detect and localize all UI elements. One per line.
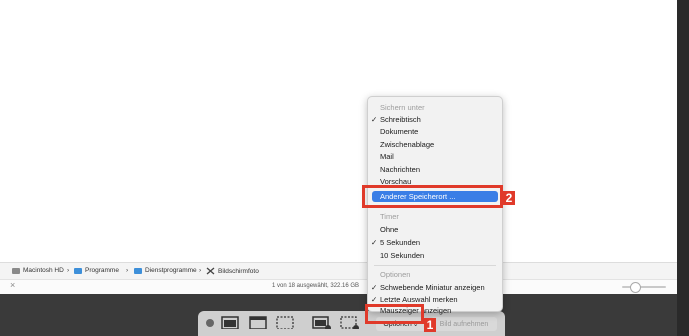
- selection-status: 1 von 18 ausgewählt, 322.16 GB: [272, 283, 360, 289]
- folder-icon: [74, 267, 82, 274]
- crumb-sep: ›: [67, 267, 70, 274]
- menu-item-floating-thumbnail[interactable]: ✓ Schwebende Miniatur anzeigen: [368, 282, 502, 293]
- record-screen-icon[interactable]: [312, 316, 332, 329]
- crumb-dienstprogramme[interactable]: Dienstprogramme: [134, 267, 197, 274]
- crumb-sep: ›: [199, 267, 202, 274]
- crumb-label: Programme: [85, 267, 119, 274]
- menu-header-options: Optionen: [380, 270, 411, 279]
- crumb-label: Dienstprogramme: [145, 267, 197, 274]
- capture-window-icon[interactable]: [249, 316, 267, 329]
- record-selection-icon[interactable]: [340, 316, 360, 329]
- menu-item-documents[interactable]: Dokumente: [368, 126, 502, 137]
- capture-screen-icon[interactable]: [221, 316, 239, 329]
- annotation-box-2: [362, 185, 503, 208]
- folder-icon: [134, 267, 142, 274]
- window-edge: [677, 0, 689, 336]
- annotation-badge-2: 2: [503, 191, 515, 205]
- checkmark-icon: ✓: [371, 238, 378, 247]
- status-bar: × 1 von 18 ausgewählt, 322.16 GB: [0, 279, 677, 294]
- menu-item-timer-10s[interactable]: 10 Sekunden: [368, 250, 502, 261]
- capture-selection-icon[interactable]: [276, 316, 294, 329]
- menu-item-desktop[interactable]: ✓ Schreibtisch: [368, 114, 502, 125]
- close-icon[interactable]: [206, 319, 214, 327]
- icon-size-slider[interactable]: [622, 286, 666, 288]
- path-bar: Macintosh HD › Programme › Dienstprogram…: [0, 262, 677, 279]
- menu-item-label: 5 Sekunden: [380, 238, 421, 247]
- menu-item-label: Schwebende Miniatur anzeigen: [380, 283, 485, 292]
- disk-icon: [12, 267, 20, 274]
- capture-button[interactable]: Bild aufnehmen: [431, 317, 497, 331]
- screenshot-app-icon: [206, 267, 215, 275]
- crumb-programme[interactable]: Programme: [74, 267, 119, 274]
- annotation-box-1: [365, 304, 424, 324]
- slider-knob[interactable]: [630, 282, 641, 293]
- menu-header-timer: Timer: [380, 212, 399, 221]
- checkmark-icon: ✓: [371, 283, 378, 292]
- crumb-sep: ›: [126, 267, 129, 274]
- close-icon[interactable]: ×: [10, 280, 15, 290]
- checkmark-icon: ✓: [371, 115, 378, 124]
- menu-separator: [374, 265, 496, 266]
- menu-item-clipboard[interactable]: Zwischenablage: [368, 139, 502, 150]
- menu-item-label: Letzte Auswahl merken: [380, 295, 458, 304]
- menu-item-timer-none[interactable]: Ohne: [368, 224, 502, 235]
- menu-item-label: Schreibtisch: [380, 115, 421, 124]
- menu-header-save-to: Sichern unter: [380, 103, 425, 112]
- crumb-macintosh-hd[interactable]: Macintosh HD: [12, 267, 64, 274]
- menu-item-mail[interactable]: Mail: [368, 151, 502, 162]
- finder-window-content: [0, 0, 689, 260]
- crumb-bildschirmfoto[interactable]: Bildschirmfoto: [206, 267, 259, 275]
- annotation-badge-1: 1: [424, 318, 436, 332]
- menu-item-messages[interactable]: Nachrichten: [368, 164, 502, 175]
- capture-label: Bild aufnehmen: [439, 320, 489, 328]
- crumb-label: Macintosh HD: [23, 267, 64, 274]
- crumb-label: Bildschirmfoto: [218, 267, 259, 275]
- menu-item-timer-5s[interactable]: ✓ 5 Sekunden: [368, 237, 502, 248]
